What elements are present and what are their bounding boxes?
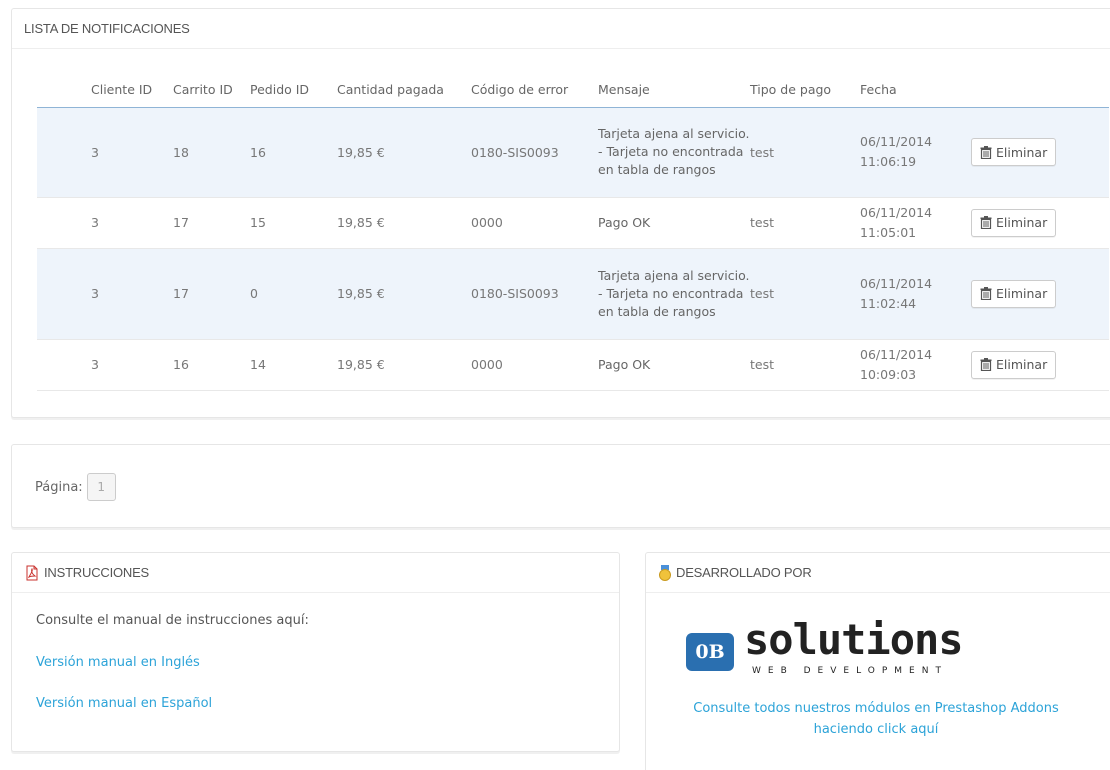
instructions-text: Consulte el manual de instrucciones aquí…: [36, 613, 309, 628]
trash-icon: [980, 358, 992, 371]
cell-tipo: test: [750, 339, 860, 391]
cell-cantidad: 19,85 €: [337, 339, 471, 391]
col-cliente-id[interactable]: Cliente ID: [91, 73, 173, 108]
cell-cantidad: 19,85 €: [337, 107, 471, 198]
instructions-title: INSTRUCCIONES: [44, 565, 150, 580]
notifications-table: Cliente ID Carrito ID Pedido ID Cantidad…: [37, 73, 1109, 391]
ob-solutions-logo[interactable]: 0B solutions WEB DEVELOPMENT: [686, 615, 986, 681]
table-row: 3 17 15 19,85 € 0000 Pago OK test 06/11/…: [37, 197, 1109, 249]
fecha-date: 06/11/2014: [860, 134, 933, 149]
cell-codigo: 0180-SIS0093: [471, 248, 598, 340]
cell-pedido: 0: [250, 248, 337, 340]
cell-cliente: 3: [91, 248, 173, 340]
developer-title: DESARROLLADO POR: [676, 565, 812, 580]
col-tipo-pago[interactable]: Tipo de pago: [750, 73, 860, 108]
logo-subtitle: WEB DEVELOPMENT: [752, 666, 948, 676]
cell-cliente: 3: [91, 339, 173, 391]
col-pedido-id[interactable]: Pedido ID: [250, 73, 337, 108]
page-button-1[interactable]: 1: [86, 473, 116, 501]
instructions-panel: INSTRUCCIONES Consulte el manual de inst…: [11, 552, 620, 752]
cell-mensaje: Tarjeta ajena al servicio. - Tarjeta no …: [598, 248, 750, 340]
delete-button[interactable]: Eliminar: [971, 350, 1057, 379]
developer-heading: DESARROLLADO POR: [646, 553, 1110, 593]
delete-label: Eliminar: [996, 144, 1048, 160]
delete-button[interactable]: Eliminar: [971, 138, 1057, 166]
cell-cliente: 3: [91, 107, 173, 198]
cell-codigo: 0000: [471, 339, 598, 391]
addons-link-line1: Consulte todos nuestros módulos en Prest…: [693, 701, 1059, 716]
cell-pedido: 15: [250, 197, 337, 249]
pdf-icon: [26, 565, 38, 580]
addons-link-line2: haciendo click aquí: [813, 722, 939, 737]
cell-pedido: 14: [250, 339, 337, 391]
col-carrito-id[interactable]: Carrito ID: [173, 73, 250, 108]
fecha-date: 06/11/2014: [860, 275, 933, 291]
col-codigo-error[interactable]: Código de error: [471, 73, 598, 108]
cell-codigo: 0000: [471, 197, 598, 249]
trash-icon: [980, 216, 992, 229]
cell-mensaje: Tarjeta ajena al servicio. - Tarjeta no …: [598, 107, 750, 198]
table-row: 3 16 14 19,85 € 0000 Pago OK test 06/11/…: [37, 339, 1109, 391]
delete-button[interactable]: Eliminar: [971, 279, 1057, 308]
col-fecha[interactable]: Fecha: [860, 73, 971, 108]
logo-badge: 0B: [686, 633, 734, 671]
table-header-row: Cliente ID Carrito ID Pedido ID Cantidad…: [37, 73, 1109, 108]
trash-icon: [980, 287, 992, 300]
col-cantidad-pagada[interactable]: Cantidad pagada: [337, 73, 471, 108]
cell-mensaje: Pago OK: [598, 197, 750, 249]
logo-word: solutions: [744, 615, 964, 664]
cell-tipo: test: [750, 197, 860, 249]
cell-mensaje: Pago OK: [598, 339, 750, 391]
cell-cliente: 3: [91, 197, 173, 249]
notifications-heading: LISTA DE NOTIFICACIONES: [12, 9, 1110, 49]
developer-panel: DESARROLLADO POR 0B solutions WEB DEVELO…: [645, 552, 1110, 770]
medal-icon: [659, 564, 671, 581]
cell-tipo: test: [750, 248, 860, 340]
cell-carrito: 17: [173, 248, 250, 340]
table-row: 3 17 0 19,85 € 0180-SIS0093 Tarjeta ajen…: [37, 248, 1109, 340]
cell-carrito: 17: [173, 197, 250, 249]
manual-english-link[interactable]: Versión manual en Inglés: [36, 655, 200, 670]
col-mensaje[interactable]: Mensaje: [598, 73, 750, 108]
delete-label: Eliminar: [996, 215, 1048, 230]
delete-label: Eliminar: [996, 286, 1048, 301]
cell-carrito: 18: [173, 107, 250, 198]
cell-carrito: 16: [173, 339, 250, 391]
pagination-panel: Página: 1: [11, 444, 1110, 528]
fecha-time: 11:05:01: [860, 224, 917, 240]
fecha-time: 11:06:19: [860, 154, 917, 169]
cell-fecha: 06/11/2014 11:06:19: [860, 107, 971, 198]
cell-fecha: 06/11/2014 11:05:01: [860, 197, 971, 249]
cell-fecha: 06/11/2014 11:02:44: [860, 248, 971, 340]
table-row: 3 18 16 19,85 € 0180-SIS0093 Tarjeta aje…: [37, 107, 1109, 198]
cell-pedido: 16: [250, 107, 337, 198]
manual-spanish-link[interactable]: Versión manual en Español: [36, 696, 212, 711]
delete-label: Eliminar: [996, 357, 1048, 372]
fecha-time: 10:09:03: [860, 366, 917, 382]
trash-icon: [980, 145, 992, 159]
cell-tipo: test: [750, 107, 860, 198]
fecha-time: 11:02:44: [860, 295, 917, 311]
delete-button[interactable]: Eliminar: [971, 208, 1057, 237]
cell-codigo: 0180-SIS0093: [471, 107, 598, 198]
pagination: Página: 1: [35, 473, 116, 501]
pagination-label: Página:: [35, 479, 83, 495]
fecha-date: 06/11/2014: [860, 204, 933, 220]
prestashop-addons-link[interactable]: Consulte todos nuestros módulos en Prest…: [676, 698, 1076, 740]
cell-fecha: 06/11/2014 10:09:03: [860, 339, 971, 391]
cell-cantidad: 19,85 €: [337, 197, 471, 249]
cell-cantidad: 19,85 €: [337, 248, 471, 340]
instructions-heading: INSTRUCCIONES: [12, 553, 619, 593]
fecha-date: 06/11/2014: [860, 346, 933, 362]
notifications-panel: LISTA DE NOTIFICACIONES Cliente ID Carri…: [11, 8, 1110, 418]
